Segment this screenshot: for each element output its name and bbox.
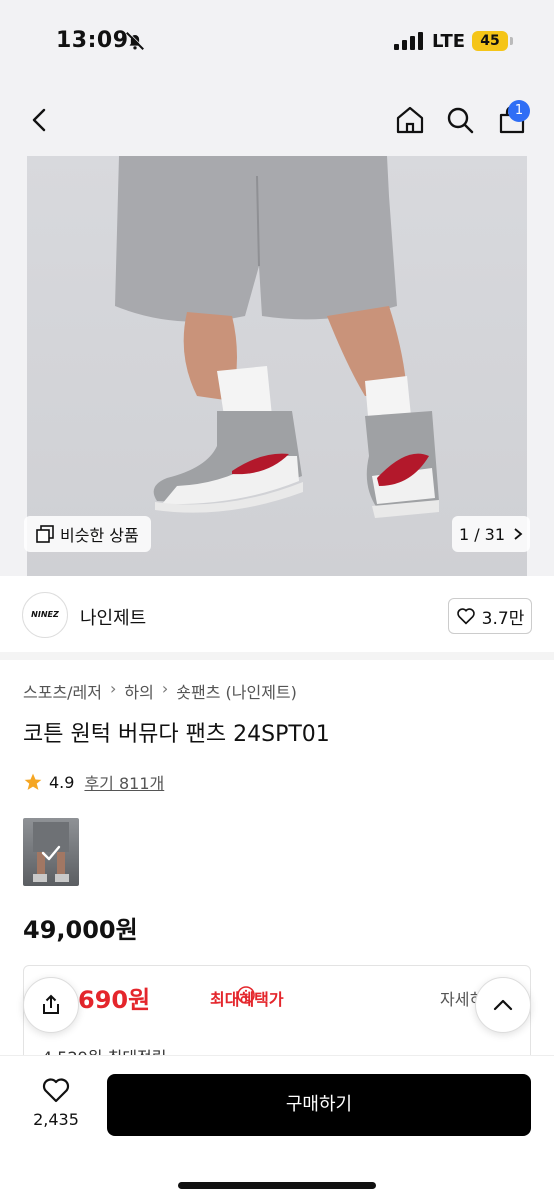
- wishlist-button[interactable]: 2,435: [28, 1076, 84, 1136]
- wishlist-count: 2,435: [33, 1110, 79, 1129]
- share-icon: [43, 994, 59, 1014]
- page-indicator-text: 1 / 31: [458, 524, 506, 544]
- breadcrumb: 스포츠/레저 › 하의 › 숏팬츠 (나인제트): [23, 679, 297, 703]
- battery-cap: [510, 37, 513, 45]
- brand-like-count: 3.7만: [481, 608, 525, 629]
- breadcrumb-item[interactable]: 하의: [124, 679, 153, 703]
- cellular-signal-icon: [394, 32, 423, 50]
- battery-indicator: 45: [472, 31, 508, 51]
- bottom-action-bar: 2,435 구매하기: [0, 1055, 554, 1200]
- scroll-to-top-button[interactable]: [475, 977, 531, 1033]
- heart-icon: [456, 608, 475, 625]
- top-nav-bar: 1: [0, 84, 554, 156]
- info-icon[interactable]: [236, 985, 256, 1005]
- product-gallery[interactable]: 비슷한 상품 1 / 31: [0, 156, 554, 576]
- brand-logo[interactable]: NINEZ: [22, 592, 68, 638]
- product-price: 49,000원: [23, 916, 138, 944]
- rating-value: 4.9: [49, 772, 75, 792]
- section-divider: [0, 652, 554, 660]
- breadcrumb-item[interactable]: 스포츠/레저: [23, 679, 102, 703]
- gallery-page-indicator[interactable]: 1 / 31: [452, 516, 530, 552]
- brand-name[interactable]: 나인제트: [80, 604, 146, 630]
- buy-button[interactable]: 구매하기: [107, 1074, 531, 1136]
- back-icon[interactable]: [26, 106, 54, 134]
- brand-like-button[interactable]: 3.7만: [448, 598, 532, 634]
- home-indicator: [178, 1182, 376, 1189]
- review-count-link[interactable]: 후기 811개: [84, 770, 164, 794]
- color-option-thumbnail[interactable]: [23, 818, 79, 886]
- chevron-right-icon: [514, 528, 523, 540]
- star-icon: [24, 773, 42, 790]
- similar-products-label: 비슷한 상품: [60, 526, 139, 545]
- status-bar: 13:09 LTE 45: [0, 0, 554, 84]
- rating-row: 4.9 후기 811개: [23, 770, 164, 794]
- product-title: 코튼 원턱 버뮤다 팬츠 24SPT01: [23, 722, 330, 747]
- chevron-up-icon: [493, 999, 513, 1011]
- brand-row[interactable]: NINEZ 나인제트 3.7만: [0, 576, 554, 652]
- share-button[interactable]: [23, 977, 79, 1033]
- similar-items-icon: [36, 525, 54, 543]
- similar-products-button[interactable]: 비슷한 상품: [24, 516, 151, 552]
- heart-outline-icon: [42, 1078, 70, 1103]
- search-icon[interactable]: [444, 104, 476, 136]
- bell-muted-icon: [126, 31, 145, 50]
- home-icon[interactable]: [394, 104, 426, 136]
- breadcrumb-separator-icon: ›: [161, 679, 169, 698]
- product-photo-illustration: [115, 156, 439, 518]
- breadcrumb-separator-icon: ›: [110, 679, 117, 698]
- product-image[interactable]: [27, 156, 527, 576]
- max-benefit-price: 690원: [78, 986, 151, 1014]
- network-label: LTE: [432, 31, 466, 52]
- breadcrumb-item[interactable]: 숏팬츠 (나인제트): [176, 679, 297, 703]
- status-time: 13:09: [56, 28, 129, 53]
- selected-check-icon: [41, 845, 61, 861]
- cart-count-badge: 1: [508, 100, 530, 122]
